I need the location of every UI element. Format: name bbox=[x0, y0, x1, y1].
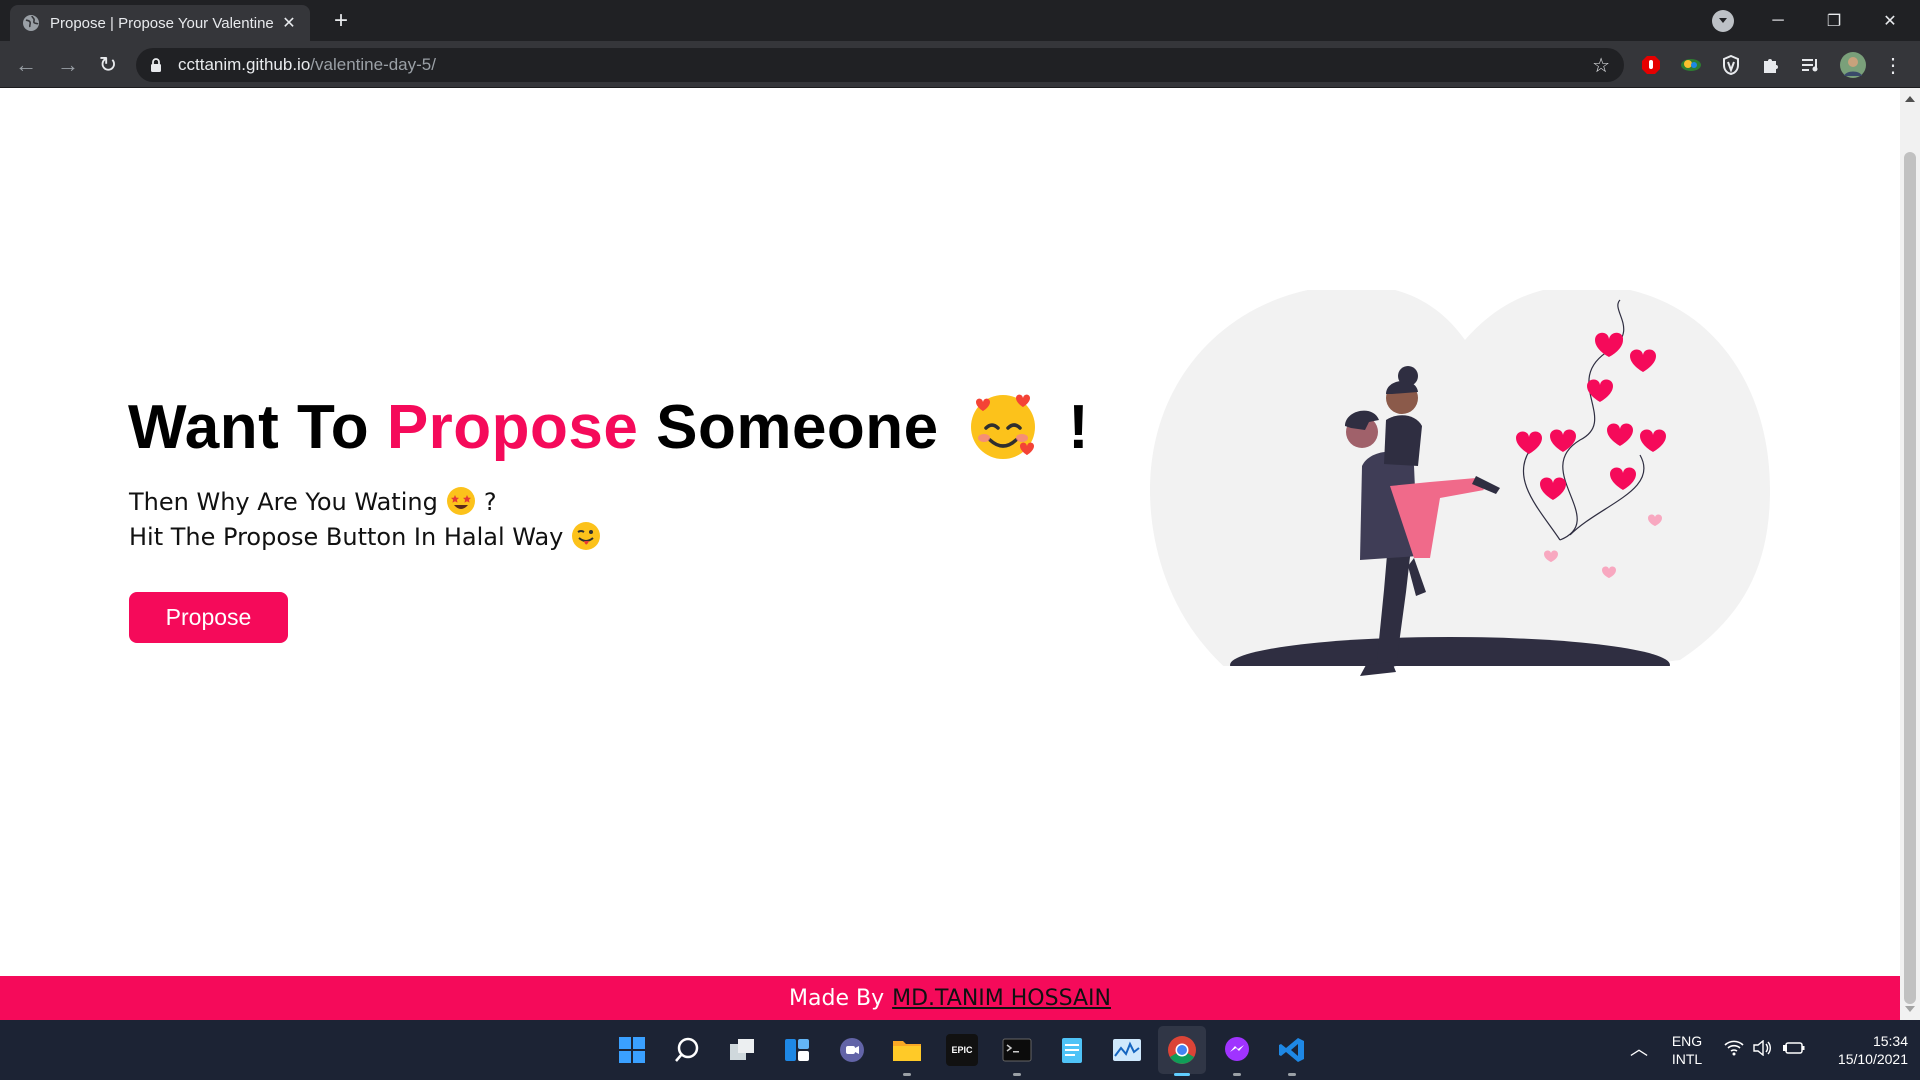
widgets-icon[interactable] bbox=[781, 1034, 813, 1066]
hero-title: Want To Propose Someone ! bbox=[128, 388, 1089, 463]
lock-icon[interactable] bbox=[150, 57, 164, 73]
messenger-running-indicator bbox=[1233, 1073, 1241, 1076]
hero-title-part1: Want To bbox=[128, 393, 387, 462]
scroll-down-arrow-icon[interactable] bbox=[1905, 1006, 1915, 1012]
task-manager-icon[interactable] bbox=[1111, 1034, 1143, 1066]
vscode-running-indicator bbox=[1288, 1073, 1296, 1076]
hero-title-part2: Someone bbox=[638, 393, 939, 462]
forward-button[interactable]: → bbox=[52, 49, 84, 81]
profile-avatar[interactable] bbox=[1840, 52, 1866, 78]
globe-icon bbox=[22, 14, 40, 32]
footer-made-by: Made By bbox=[789, 985, 885, 1011]
wifi-icon[interactable] bbox=[1724, 1040, 1744, 1060]
terminal-icon[interactable] bbox=[1001, 1034, 1033, 1066]
url-host: ccttanim.github.io bbox=[178, 55, 311, 74]
hero-title-accent: Propose bbox=[386, 393, 639, 462]
star-struck-icon bbox=[446, 486, 476, 516]
scroll-up-arrow-icon[interactable] bbox=[1905, 96, 1915, 102]
shield-extension-icon[interactable] bbox=[1720, 54, 1742, 76]
tab-close-icon[interactable]: ✕ bbox=[280, 13, 298, 33]
explorer-running-indicator bbox=[903, 1073, 911, 1076]
winking-tongue-icon bbox=[571, 521, 601, 551]
windows-start-icon[interactable] bbox=[616, 1034, 648, 1066]
language-code: ENG bbox=[1671, 1033, 1703, 1049]
new-tab-button[interactable]: + bbox=[326, 6, 356, 36]
chrome-icon[interactable] bbox=[1166, 1034, 1198, 1066]
subtitle-line-1-text: Then Why Are You Wating bbox=[129, 488, 438, 516]
adblock-extension-icon[interactable] bbox=[1640, 54, 1662, 76]
propose-button[interactable]: Propose bbox=[129, 592, 288, 643]
chrome-running-indicator bbox=[1174, 1073, 1190, 1076]
subtitle-line-2: Hit The Propose Button In Halal Way bbox=[129, 521, 609, 551]
browser-tab-strip: Propose | Propose Your Valentine ✕ + ─ ❐… bbox=[0, 0, 1920, 41]
tab-title: Propose | Propose Your Valentine bbox=[50, 14, 274, 32]
messenger-icon[interactable] bbox=[1221, 1034, 1253, 1066]
subtitle-line-1: Then Why Are You Wating ? bbox=[129, 486, 497, 516]
reload-button[interactable]: ↻ bbox=[92, 49, 124, 81]
footer-bar: Made By MD.TANIM HOSSAIN bbox=[0, 976, 1900, 1020]
extensions-puzzle-icon[interactable] bbox=[1760, 54, 1782, 76]
colorful-extension-icon[interactable] bbox=[1680, 54, 1702, 76]
input-language[interactable]: ENG INTL bbox=[1662, 1032, 1712, 1068]
smiling-face-with-hearts-icon bbox=[966, 388, 1040, 462]
subtitle-line-1-end: ? bbox=[483, 488, 497, 516]
teams-chat-icon[interactable] bbox=[836, 1034, 868, 1066]
terminal-running-indicator bbox=[1013, 1073, 1021, 1076]
bookmark-star-icon[interactable]: ☆ bbox=[1592, 53, 1610, 78]
file-explorer-icon[interactable] bbox=[891, 1034, 923, 1066]
windows-taskbar: EPIC ︿ ENG INTL 15:34 15/10/2021 bbox=[0, 1020, 1920, 1080]
clock-date: 15/10/2021 bbox=[1837, 1051, 1908, 1067]
epic-games-icon[interactable]: EPIC bbox=[946, 1034, 978, 1066]
author-link[interactable]: MD.TANIM HOSSAIN bbox=[892, 986, 1111, 1011]
search-icon[interactable] bbox=[671, 1034, 703, 1066]
url-path: /valentine-day-5/ bbox=[310, 55, 436, 74]
close-window-button[interactable]: ✕ bbox=[1862, 0, 1918, 41]
clock-time: 15:34 bbox=[1872, 1033, 1908, 1049]
address-bar[interactable]: ccttanim.github.io/valentine-day-5/ ☆ bbox=[136, 48, 1624, 82]
battery-icon[interactable] bbox=[1782, 1040, 1806, 1060]
active-tab[interactable]: Propose | Propose Your Valentine ✕ bbox=[10, 5, 310, 41]
minimize-button[interactable]: ─ bbox=[1750, 0, 1806, 41]
subtitle-line-2-text: Hit The Propose Button In Halal Way bbox=[129, 523, 564, 551]
scrollbar-thumb[interactable] bbox=[1904, 152, 1916, 1004]
tab-search-icon[interactable] bbox=[1712, 10, 1734, 32]
back-button[interactable]: ← bbox=[10, 49, 42, 81]
browser-menu-icon[interactable]: ⋮ bbox=[1882, 54, 1904, 77]
hero-title-end: ! bbox=[1068, 393, 1090, 462]
notepad-icon[interactable] bbox=[1056, 1034, 1088, 1066]
task-view-icon[interactable] bbox=[726, 1034, 758, 1066]
tray-overflow-chevron-icon[interactable]: ︿ bbox=[1630, 1040, 1648, 1058]
couple-hearts-illustration bbox=[1150, 290, 1770, 720]
maximize-button[interactable]: ❐ bbox=[1806, 0, 1862, 41]
epic-games-label: EPIC bbox=[951, 1044, 973, 1055]
vertical-scrollbar[interactable] bbox=[1900, 88, 1920, 1020]
keyboard-layout: INTL bbox=[1671, 1051, 1703, 1067]
vscode-icon[interactable] bbox=[1276, 1034, 1308, 1066]
browser-toolbar: ← → ↻ ccttanim.github.io/valentine-day-5… bbox=[0, 41, 1920, 88]
volume-icon[interactable] bbox=[1752, 1039, 1772, 1060]
media-queue-icon[interactable] bbox=[1800, 54, 1822, 76]
clock[interactable]: 15:34 15/10/2021 bbox=[1818, 1032, 1908, 1068]
web-page: Want To Propose Someone ! Then Why Are Y… bbox=[0, 88, 1900, 1020]
